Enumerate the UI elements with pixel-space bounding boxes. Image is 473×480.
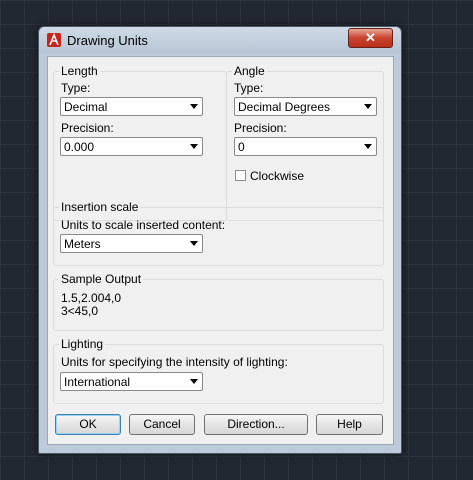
lighting-units-select[interactable]: International <box>60 372 203 391</box>
angle-type-select[interactable]: Decimal Degrees <box>234 97 377 116</box>
angle-precision-value: 0 <box>238 140 245 154</box>
angle-type-label: Type: <box>234 81 264 95</box>
sample-output-line-2: 3<45,0 <box>61 304 99 318</box>
insertion-units-label: Units to scale inserted content: <box>61 218 226 232</box>
drawing-units-dialog: Drawing Units ✕ Length Type: Decimal Pre… <box>38 26 402 454</box>
insertion-scale-legend: Insertion scale <box>59 200 141 214</box>
chevron-down-icon <box>190 241 198 246</box>
sample-output-legend: Sample Output <box>59 272 144 286</box>
ok-button[interactable]: OK <box>55 414 121 435</box>
autocad-logo-icon <box>47 33 61 47</box>
close-icon: ✕ <box>365 30 376 45</box>
chevron-down-icon <box>364 104 372 109</box>
length-legend: Length <box>59 64 100 78</box>
length-type-value: Decimal <box>64 100 108 114</box>
chevron-down-icon <box>364 144 372 149</box>
lighting-units-label: Units for specifying the intensity of li… <box>61 355 288 369</box>
help-button[interactable]: Help <box>316 414 383 435</box>
cancel-button[interactable]: Cancel <box>129 414 195 435</box>
dialog-client: Length Type: Decimal Precision: 0.000 An… <box>47 56 394 445</box>
insertion-units-select[interactable]: Meters <box>60 234 203 253</box>
window-title: Drawing Units <box>67 33 148 48</box>
length-precision-select[interactable]: 0.000 <box>60 137 203 156</box>
chevron-down-icon <box>190 379 198 384</box>
angle-legend: Angle <box>232 64 267 78</box>
clockwise-checkbox[interactable] <box>235 170 246 181</box>
chevron-down-icon <box>190 104 198 109</box>
direction-button[interactable]: Direction... <box>204 414 308 435</box>
length-precision-label: Precision: <box>61 121 114 135</box>
length-precision-value: 0.000 <box>64 140 95 154</box>
angle-precision-label: Precision: <box>234 121 287 135</box>
close-button[interactable]: ✕ <box>348 28 393 48</box>
insertion-units-value: Meters <box>64 237 101 251</box>
clockwise-label[interactable]: Clockwise <box>250 169 304 183</box>
lighting-units-value: International <box>64 375 131 389</box>
chevron-down-icon <box>190 144 198 149</box>
title-bar[interactable]: Drawing Units ✕ <box>39 27 401 53</box>
length-type-select[interactable]: Decimal <box>60 97 203 116</box>
sample-output-group: Sample Output <box>53 272 384 331</box>
sample-output-line-1: 1.5,2.004,0 <box>61 291 122 305</box>
lighting-legend: Lighting <box>59 337 106 351</box>
length-type-label: Type: <box>61 81 91 95</box>
angle-precision-select[interactable]: 0 <box>234 137 377 156</box>
angle-type-value: Decimal Degrees <box>238 100 331 114</box>
